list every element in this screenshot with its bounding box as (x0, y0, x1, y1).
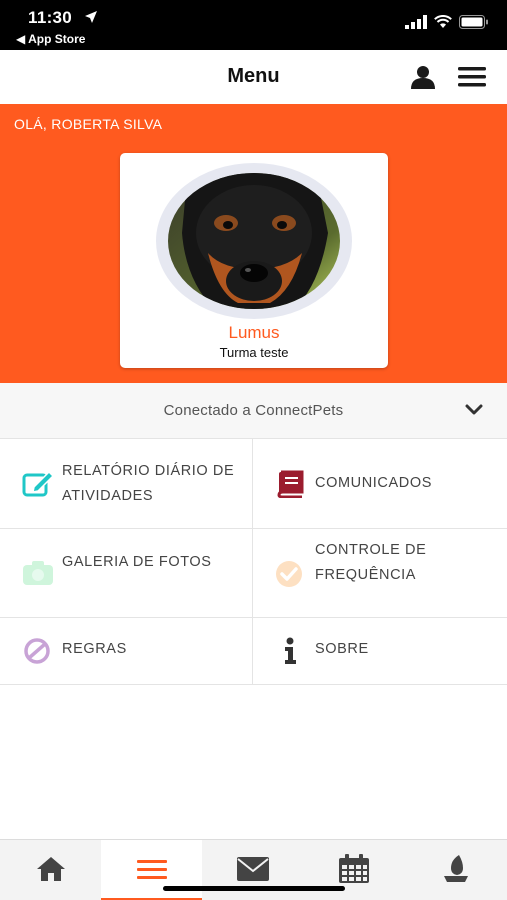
pet-photo-frame (156, 163, 352, 319)
ban-icon (24, 638, 50, 664)
tab-menu[interactable] (101, 840, 202, 900)
home-indicator (163, 886, 345, 891)
connection-selector[interactable]: Conectado a ConnectPets (0, 383, 507, 439)
mail-icon (236, 856, 269, 881)
profile-hero: OLÁ, ROBERTA SILVA Lumus Turma teste (0, 104, 507, 383)
info-icon (285, 637, 296, 664)
menu-item-label: CONTROLE DE FREQUÊNCIA (315, 542, 427, 583)
pet-card[interactable]: Lumus Turma teste (120, 153, 388, 368)
back-to-app-store[interactable]: ◀ App Store (16, 32, 85, 46)
hamburger-menu-icon[interactable] (458, 66, 486, 88)
status-bar: 11:30 ◀ App Store (0, 0, 507, 50)
user-icon[interactable] (410, 64, 436, 90)
check-circle-icon (276, 561, 302, 587)
app-header: Menu (0, 50, 507, 104)
dog-photo-illustration (168, 173, 340, 309)
tab-messages[interactable] (202, 840, 303, 900)
home-icon (36, 856, 65, 881)
menu-item-label: COMUNICADOS (315, 475, 432, 491)
menu-item-sobre[interactable]: SOBRE (253, 618, 507, 685)
wifi-icon (434, 15, 452, 28)
bowl-icon (443, 854, 468, 882)
menu-icon (136, 859, 167, 879)
calendar-icon (338, 853, 369, 883)
menu-item-relatorio[interactable]: RELATÓRIO DIÁRIO DE ATIVIDADES (0, 439, 253, 529)
menu-item-galeria[interactable]: GALERIA DE FOTOS (0, 529, 253, 618)
status-indicators (405, 15, 489, 29)
chevron-down-icon[interactable] (465, 403, 483, 417)
battery-icon (459, 15, 488, 29)
menu-item-frequencia[interactable]: CONTROLE DE FREQUÊNCIA (253, 529, 507, 618)
menu-item-label: GALERIA DE FOTOS (62, 554, 212, 570)
edit-report-icon (22, 470, 54, 497)
app-screen: 11:30 ◀ App Store Menu OLÁ, ROBERTA SILV… (0, 0, 507, 900)
tab-feeding[interactable] (404, 840, 507, 900)
menu-item-label: SOBRE (315, 641, 369, 657)
location-arrow-icon (85, 11, 97, 23)
menu-item-comunicados[interactable]: COMUNICADOS (253, 439, 507, 529)
pet-name: Lumus (228, 323, 280, 342)
tab-calendar[interactable] (303, 840, 404, 900)
pet-photo (168, 173, 340, 309)
pet-class: Turma teste (219, 345, 289, 360)
tab-home[interactable] (0, 840, 101, 900)
menu-item-label: REGRAS (62, 641, 127, 657)
menu-grid: RELATÓRIO DIÁRIO DE ATIVIDADES COMUNICAD… (0, 439, 507, 685)
book-icon (277, 470, 304, 498)
status-time: 11:30 (28, 8, 73, 27)
signal-icon (405, 15, 427, 29)
greeting-text: OLÁ, ROBERTA SILVA (14, 116, 163, 132)
menu-item-regras[interactable]: REGRAS (0, 618, 253, 685)
connection-label: Conectado a ConnectPets (163, 402, 344, 419)
menu-item-label: RELATÓRIO DIÁRIO DE ATIVIDADES (62, 463, 235, 504)
camera-icon (23, 561, 53, 585)
